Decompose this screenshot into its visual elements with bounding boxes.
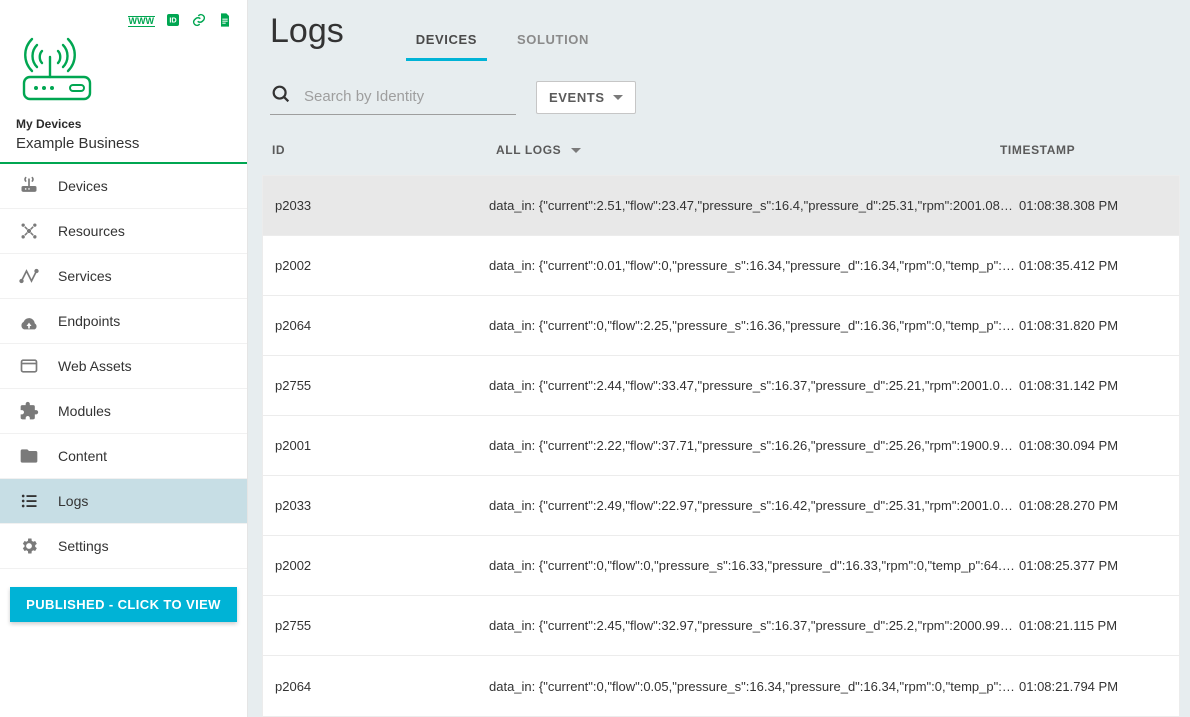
cell-log: data_in: {"current":2.44,"flow":33.47,"p…: [489, 378, 1019, 393]
devices-icon: [18, 176, 40, 196]
cell-log: data_in: {"current":2.45,"flow":32.97,"p…: [489, 618, 1019, 633]
sidebar-item-label: Modules: [58, 403, 111, 419]
sidebar-item-services[interactable]: Services: [0, 254, 247, 299]
table-row[interactable]: p2755data_in: {"current":2.44,"flow":33.…: [263, 356, 1179, 416]
cell-log: data_in: {"current":0.01,"flow":0,"press…: [489, 258, 1019, 273]
tab-devices[interactable]: DEVICES: [416, 32, 477, 61]
sidebar-item-label: Services: [58, 268, 112, 284]
cell-log: data_in: {"current":2.22,"flow":37.71,"p…: [489, 438, 1019, 453]
table-row[interactable]: p2033data_in: {"current":2.51,"flow":23.…: [263, 176, 1179, 236]
table-row[interactable]: p2002data_in: {"current":0.01,"flow":0,"…: [263, 236, 1179, 296]
settings-icon: [18, 536, 40, 556]
tab-solution[interactable]: SOLUTION: [517, 32, 589, 61]
search-wrap: [270, 79, 516, 115]
sidebar-item-label: Content: [58, 448, 107, 464]
events-dropdown-label: EVENTS: [549, 90, 605, 105]
cell-id: p2064: [271, 318, 489, 333]
chevron-down-icon: [571, 148, 581, 153]
cell-timestamp: 01:08:21.794 PM: [1019, 679, 1171, 694]
id-badge-icon[interactable]: ID: [165, 12, 181, 31]
business-name: Example Business: [16, 135, 231, 152]
column-header-timestamp[interactable]: TIMESTAMP: [1000, 143, 1168, 157]
sidebar-top: WWW ID: [0, 0, 247, 109]
modules-icon: [18, 401, 40, 421]
sidebar-item-settings[interactable]: Settings: [0, 524, 247, 569]
cell-id: p2033: [271, 198, 489, 213]
column-header-logs-label: ALL LOGS: [496, 143, 561, 157]
table-row[interactable]: p2033data_in: {"current":2.49,"flow":22.…: [263, 476, 1179, 536]
cell-id: p2002: [271, 558, 489, 573]
cell-id: p2064: [271, 679, 489, 694]
cell-id: p2755: [271, 618, 489, 633]
column-header-logs[interactable]: ALL LOGS: [496, 143, 1000, 157]
page-title: Logs: [270, 12, 344, 51]
search-icon: [270, 83, 292, 110]
cell-id: p2033: [271, 498, 489, 513]
resources-icon: [18, 221, 40, 241]
sidebar-item-label: Endpoints: [58, 313, 120, 329]
tabs: DEVICES SOLUTION: [416, 32, 589, 61]
sidebar-item-endpoints[interactable]: Endpoints: [0, 299, 247, 344]
top-icons: WWW ID: [14, 12, 233, 31]
document-icon[interactable]: [217, 12, 233, 31]
sidebar-section-label: My Devices: [16, 117, 231, 131]
controls-row: EVENTS: [248, 61, 1190, 125]
search-input[interactable]: [302, 87, 516, 106]
sidebar-item-content[interactable]: Content: [0, 434, 247, 479]
sidebar-meta: My Devices Example Business: [0, 109, 247, 162]
sidebar-item-logs[interactable]: Logs: [0, 479, 247, 524]
cell-timestamp: 01:08:38.308 PM: [1019, 198, 1171, 213]
sidebar-nav: Devices Resources Services Endpoints Web…: [0, 164, 247, 569]
sidebar-item-devices[interactable]: Devices: [0, 164, 247, 209]
table-rows: p2033data_in: {"current":2.51,"flow":23.…: [262, 175, 1180, 717]
cell-timestamp: 01:08:30.094 PM: [1019, 438, 1171, 453]
sidebar-item-modules[interactable]: Modules: [0, 389, 247, 434]
table-row[interactable]: p2755data_in: {"current":2.45,"flow":32.…: [263, 596, 1179, 656]
sidebar-item-label: Resources: [58, 223, 125, 239]
events-dropdown[interactable]: EVENTS: [536, 81, 636, 114]
chevron-down-icon: [613, 95, 623, 100]
sidebar-item-label: Web Assets: [58, 358, 132, 374]
logs-icon: [18, 491, 40, 511]
cell-timestamp: 01:08:21.115 PM: [1019, 618, 1171, 633]
table-row[interactable]: p2064data_in: {"current":0,"flow":0.05,"…: [263, 656, 1179, 716]
cell-timestamp: 01:08:31.142 PM: [1019, 378, 1171, 393]
webassets-icon: [18, 356, 40, 376]
cell-log: data_in: {"current":0,"flow":0,"pressure…: [489, 558, 1019, 573]
table-row[interactable]: p2064data_in: {"current":0,"flow":2.25,"…: [263, 296, 1179, 356]
published-button[interactable]: PUBLISHED - CLICK TO VIEW: [10, 587, 237, 622]
sidebar-item-label: Settings: [58, 538, 109, 554]
www-icon[interactable]: WWW: [128, 16, 155, 27]
cell-timestamp: 01:08:28.270 PM: [1019, 498, 1171, 513]
table-row[interactable]: p2001data_in: {"current":2.22,"flow":37.…: [263, 416, 1179, 476]
cell-log: data_in: {"current":2.49,"flow":22.97,"p…: [489, 498, 1019, 513]
svg-text:ID: ID: [169, 16, 176, 25]
logo: [14, 37, 233, 103]
table-row[interactable]: p2002data_in: {"current":0,"flow":0,"pre…: [263, 536, 1179, 596]
cell-id: p2002: [271, 258, 489, 273]
cell-log: data_in: {"current":2.51,"flow":23.47,"p…: [489, 198, 1019, 213]
table-body[interactable]: p2033data_in: {"current":2.51,"flow":23.…: [248, 175, 1190, 717]
cell-id: p2755: [271, 378, 489, 393]
column-header-id[interactable]: ID: [270, 143, 496, 157]
cell-timestamp: 01:08:25.377 PM: [1019, 558, 1171, 573]
cell-log: data_in: {"current":0,"flow":0.05,"press…: [489, 679, 1019, 694]
main: Logs DEVICES SOLUTION EVENTS ID ALL LOGS…: [248, 0, 1190, 717]
endpoints-icon: [18, 311, 40, 331]
published-button-row: PUBLISHED - CLICK TO VIEW: [0, 569, 247, 640]
table-header: ID ALL LOGS TIMESTAMP: [248, 125, 1190, 175]
sidebar-item-webassets[interactable]: Web Assets: [0, 344, 247, 389]
services-icon: [18, 266, 40, 286]
sidebar-item-label: Devices: [58, 178, 108, 194]
cell-timestamp: 01:08:31.820 PM: [1019, 318, 1171, 333]
sidebar: WWW ID: [0, 0, 248, 717]
cell-id: p2001: [271, 438, 489, 453]
main-header: Logs DEVICES SOLUTION: [248, 0, 1190, 61]
sidebar-item-label: Logs: [58, 493, 88, 509]
content-icon: [18, 446, 40, 466]
cell-log: data_in: {"current":0,"flow":2.25,"press…: [489, 318, 1019, 333]
sidebar-item-resources[interactable]: Resources: [0, 209, 247, 254]
link-icon[interactable]: [191, 12, 207, 31]
cell-timestamp: 01:08:35.412 PM: [1019, 258, 1171, 273]
